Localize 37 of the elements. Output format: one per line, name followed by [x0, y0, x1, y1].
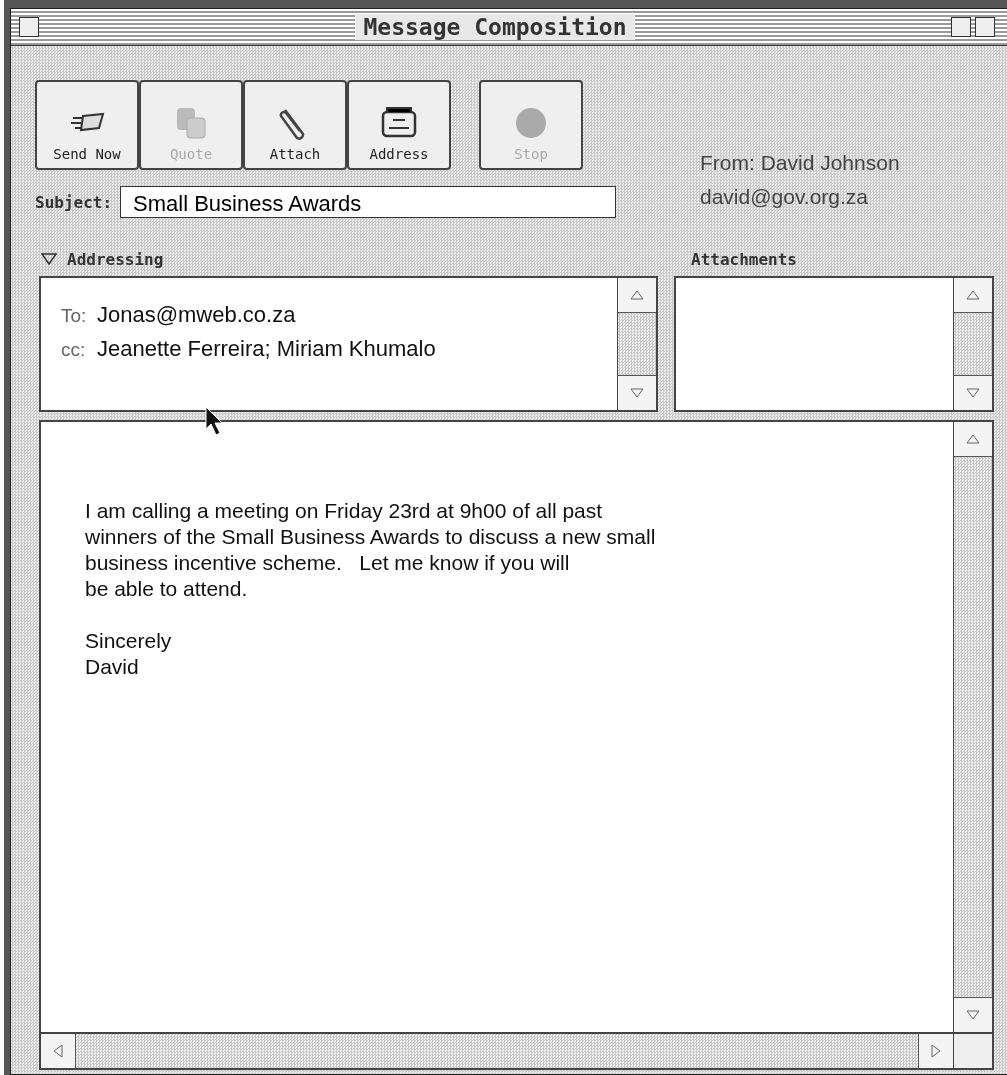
- address-label: cc:: [61, 339, 87, 361]
- sender-email: david@gov.org.za: [700, 184, 870, 210]
- down-arrow-icon: [966, 1010, 980, 1020]
- attachments-label: Attachments: [691, 250, 797, 268]
- body-text-line: Sincerely: [85, 628, 173, 654]
- address-book-icon: [379, 106, 419, 140]
- down-arrow-icon: [630, 388, 644, 398]
- address-label: To:: [61, 305, 87, 327]
- zoom-box[interactable]: [951, 17, 971, 37]
- disclosure-triangle-icon[interactable]: [41, 253, 57, 265]
- window-title: Message Composition: [355, 14, 635, 40]
- body-text-line: David: [85, 654, 140, 680]
- subject-label: Subject:: [35, 192, 113, 212]
- toolbar-button[interactable]: Send Now: [35, 80, 139, 170]
- address-value[interactable]: Jeanette Ferreira; Miriam Khumalo: [97, 336, 436, 362]
- body-text-line: I am calling a meeting on Friday 23rd at 9h00 of all past: [85, 498, 604, 524]
- body-text-line: be able to attend.: [85, 576, 249, 602]
- right-arrow-icon: [931, 1044, 941, 1058]
- vertical-scrollbar[interactable]: [617, 278, 656, 410]
- vertical-scrollbar[interactable]: [953, 422, 992, 1032]
- addressing-label: Addressing: [67, 249, 164, 269]
- up-arrow-icon: [966, 434, 980, 444]
- body-text-line: winners of the Small Business Awards to discuss a new small: [85, 524, 657, 550]
- up-arrow-icon: [966, 290, 980, 300]
- horizontal-scrollbar[interactable]: [41, 1032, 992, 1068]
- down-arrow-icon: [966, 388, 980, 398]
- left-arrow-icon: [53, 1044, 63, 1058]
- address-value[interactable]: Jonas@mweb.co.za: [97, 302, 296, 328]
- sender-name: From: David Johnson: [700, 150, 900, 176]
- close-box[interactable]: [19, 17, 39, 37]
- body-text-line: business incentive scheme. Let me know if you will: [85, 550, 571, 576]
- vertical-scrollbar[interactable]: [953, 278, 992, 410]
- collapse-box[interactable]: [975, 17, 995, 37]
- toolbar-button[interactable]: Attach: [243, 80, 347, 170]
- up-arrow-icon: [630, 290, 644, 300]
- toolbar-button[interactable]: Address: [347, 80, 451, 170]
- subject-field[interactable]: Small Business Awards: [120, 186, 617, 218]
